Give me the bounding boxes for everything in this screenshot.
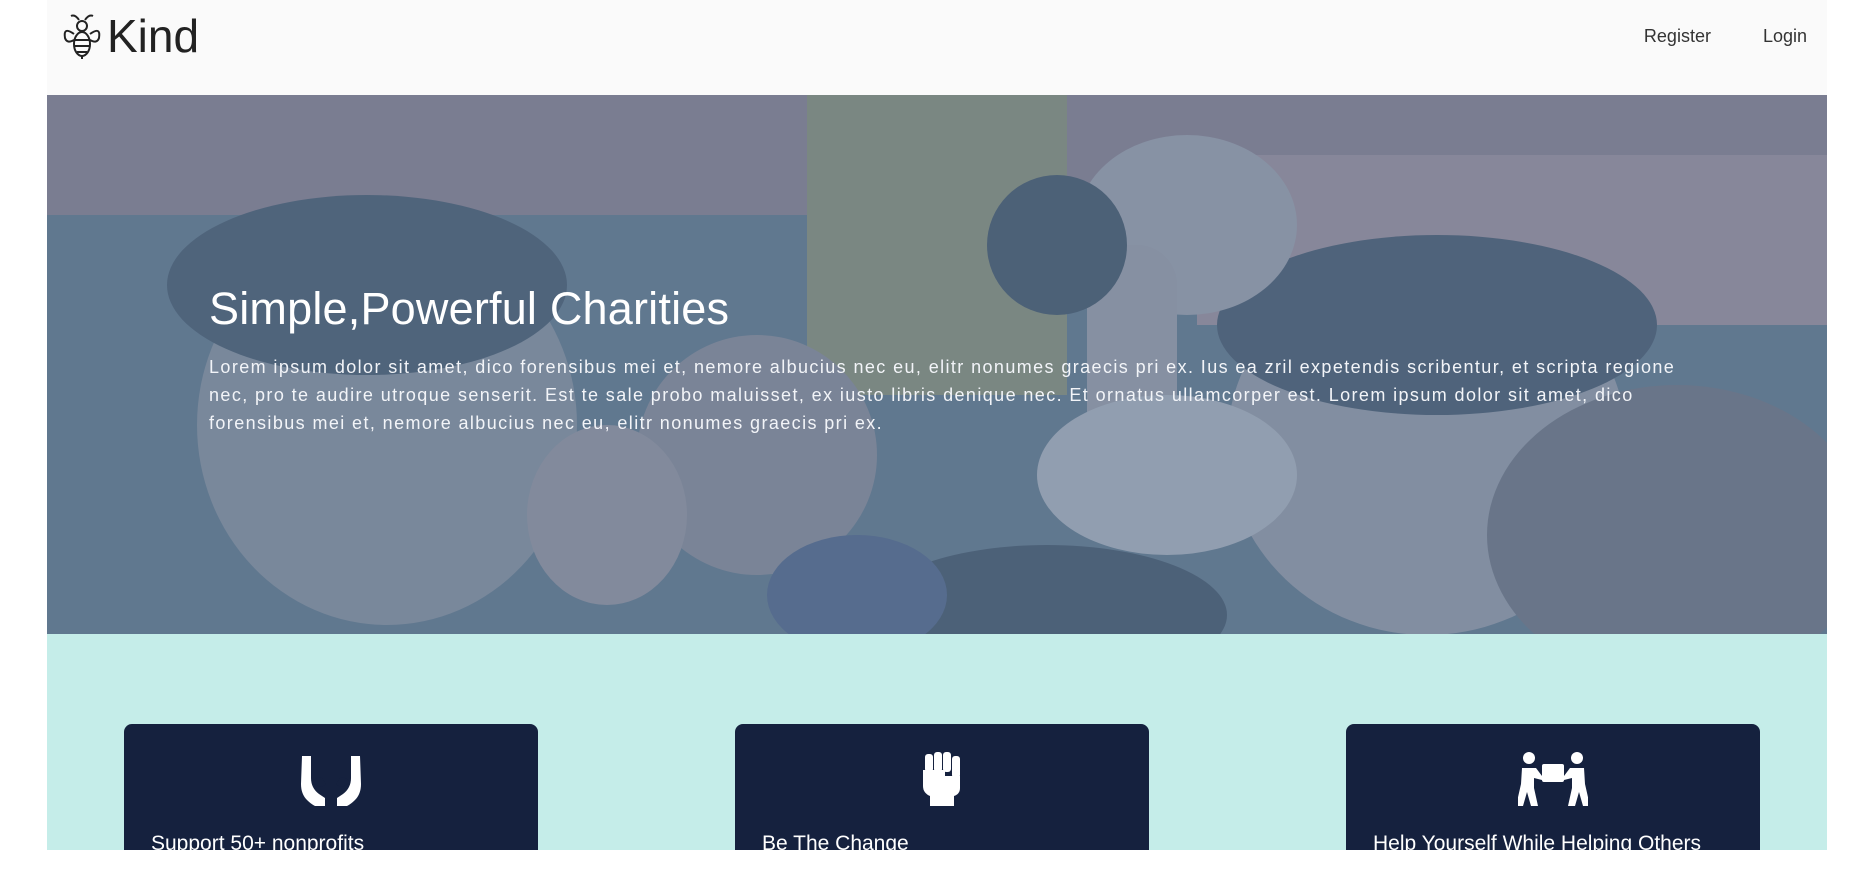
hero-title: Simple,Powerful Charities <box>209 283 730 334</box>
people-carry-icon <box>1516 752 1590 808</box>
feature-title: Support 50+ nonprofits <box>151 832 365 850</box>
page-frame: Kind Register Login Simple,Powerful Char… <box>47 0 1827 850</box>
feature-card-help: Help Yourself While Helping Others <box>1346 724 1760 850</box>
brand-name: Kind <box>107 10 200 62</box>
hero-description: Lorem ipsum dolor sit amet, dico forensi… <box>209 357 1676 433</box>
feature-title: Be The Change <box>762 832 909 850</box>
bee-icon <box>61 12 103 60</box>
feature-card-nonprofits: Support 50+ nonprofits <box>124 724 538 850</box>
hero-section: Simple,Powerful Charities Lorem ipsum do… <box>47 95 1827 634</box>
open-hands-icon <box>296 752 366 808</box>
nav-links: Register Login <box>1644 24 1807 48</box>
navbar: Kind Register Login <box>47 0 1827 95</box>
register-link[interactable]: Register <box>1644 24 1711 48</box>
feature-card-change: Be The Change <box>735 724 1149 850</box>
feature-title: Help Yourself While Helping Others <box>1373 832 1702 850</box>
features-section: Support 50+ nonprofits Be The Change Hel… <box>47 634 1827 850</box>
login-link[interactable]: Login <box>1763 24 1807 48</box>
raised-fist-icon <box>907 752 977 808</box>
brand-link[interactable]: Kind <box>61 12 199 60</box>
